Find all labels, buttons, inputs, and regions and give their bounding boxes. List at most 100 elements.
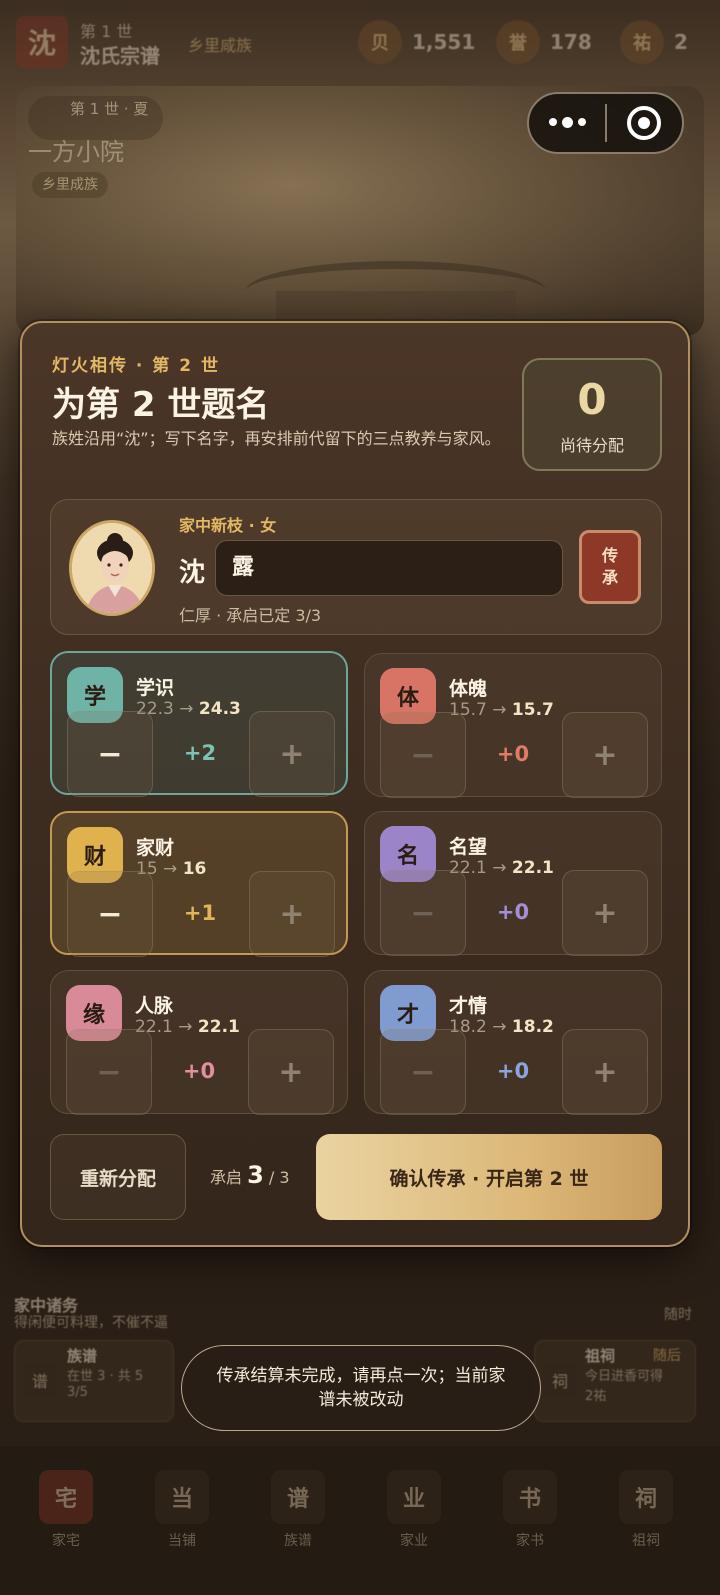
close-target-icon[interactable] bbox=[607, 106, 682, 140]
stat-blessing[interactable]: 祐 2 bbox=[620, 20, 688, 64]
heir-card: 家中新枝 · 女 沈 露 仁厚 · 承启已定 3/3 传 承 bbox=[50, 499, 662, 635]
pending-points-value: 0 bbox=[577, 375, 607, 424]
clan-title: 沈氏宗谱 bbox=[80, 44, 160, 68]
learning-delta: +2 bbox=[183, 741, 217, 765]
modal-eyebrow: 灯火相传 · 第 2 世 bbox=[52, 356, 220, 376]
inheritance-modal: 灯火相传 · 第 2 世 为第 2 世题名 族姓沿用“沈”；写下名字，再安排前代… bbox=[20, 321, 690, 1247]
heir-virtue: 仁厚 · 承启已定 3/3 bbox=[179, 606, 322, 625]
shrine-title: 祖祠 bbox=[585, 1347, 616, 1365]
genealogy-title: 族谱 bbox=[67, 1347, 98, 1365]
heir-surname: 沈 bbox=[179, 558, 206, 588]
reputation-icon: 誉 bbox=[496, 20, 540, 64]
nav-pawnshop[interactable]: 当 当铺 bbox=[152, 1470, 212, 1550]
heir-portrait bbox=[69, 520, 155, 616]
stat-shell-currency[interactable]: 贝 1,551 bbox=[358, 20, 475, 64]
genealogy-desc: 在世 3 · 共 5 bbox=[67, 1369, 144, 1384]
physique-plus-button[interactable]: + bbox=[562, 712, 648, 798]
talent-minus-button[interactable]: − bbox=[380, 1029, 466, 1115]
genealogy-sub: 3/5 bbox=[67, 1385, 88, 1400]
learning-plus-button[interactable]: + bbox=[249, 711, 335, 797]
shrine-card[interactable]: 祠 祖祠 随后 今日进香可得 2祐 bbox=[534, 1340, 696, 1422]
connections-name: 人脉 bbox=[135, 995, 174, 1017]
learning-name: 学识 bbox=[136, 677, 175, 699]
rank-tag: 乡里咸族 bbox=[188, 36, 253, 55]
shrine-desc: 今日进香可得 bbox=[585, 1369, 664, 1384]
heir-subtitle: 家中新枝 · 女 bbox=[179, 516, 277, 535]
affairs-desc: 得闲便可料理，不催不逼 bbox=[14, 1315, 168, 1331]
nav-genealogy[interactable]: 谱 族谱 bbox=[268, 1470, 328, 1550]
inherit-label-1: 传 bbox=[601, 546, 618, 565]
learning-minus-button[interactable]: − bbox=[67, 711, 153, 797]
surname-badge[interactable]: 沈 bbox=[16, 16, 68, 68]
nav-letters-label: 家书 bbox=[516, 1533, 544, 1549]
pawnshop-icon: 当 bbox=[155, 1470, 209, 1524]
attribute-card-learning: 学 学识 22.3 → 24.3 − +2 + bbox=[50, 651, 348, 797]
attribute-card-wealth: 财 家财 15 → 16 − +1 + bbox=[50, 811, 348, 957]
physique-delta: +0 bbox=[496, 742, 530, 766]
learning-change: 22.3 → 24.3 bbox=[136, 699, 241, 719]
attribute-card-talent: 才 才情 18.2 → 18.2 − +0 + bbox=[364, 970, 662, 1115]
nav-letters[interactable]: 书 家书 bbox=[500, 1470, 560, 1550]
shell-value: 1,551 bbox=[412, 30, 476, 54]
quota-indicator: 承启 3 / 3 bbox=[210, 1161, 290, 1189]
connections-minus-button[interactable]: − bbox=[66, 1029, 152, 1115]
reputation-change: 22.1 → 22.1 bbox=[449, 858, 554, 878]
pending-points-label: 尚待分配 bbox=[559, 436, 624, 455]
affairs-right: 随时 bbox=[664, 1307, 692, 1323]
stat-reputation[interactable]: 誉 178 bbox=[496, 20, 592, 64]
blessing-icon: 祐 bbox=[620, 20, 664, 64]
wealth-minus-button[interactable]: − bbox=[67, 871, 153, 957]
attribute-card-connections: 缘 人脉 22.1 → 22.1 − +0 + bbox=[50, 970, 348, 1115]
genealogy-icon: 谱 bbox=[23, 1363, 57, 1397]
reputation-value: 178 bbox=[550, 30, 592, 54]
reputation-minus-button[interactable]: − bbox=[380, 870, 466, 956]
home-icon: 宅 bbox=[39, 1470, 93, 1524]
reputation-plus-button[interactable]: + bbox=[562, 870, 648, 956]
pending-points-box: 0 尚待分配 bbox=[522, 358, 662, 471]
miniprogram-capsule bbox=[527, 92, 684, 154]
physique-name: 体魄 bbox=[449, 678, 488, 700]
genealogy-card[interactable]: 谱 族谱 在世 3 · 共 5 3/5 bbox=[14, 1340, 174, 1422]
nav-shrine[interactable]: 祠 祖祠 bbox=[616, 1470, 676, 1550]
connections-delta: +0 bbox=[182, 1059, 216, 1083]
confirm-inherit-button[interactable]: 确认传承 · 开启第 2 世 bbox=[316, 1134, 662, 1220]
hero-place: 一方小院 bbox=[28, 138, 124, 166]
attribute-card-reputation: 名 名望 22.1 → 22.1 − +0 + bbox=[364, 811, 662, 956]
physique-minus-button[interactable]: − bbox=[380, 712, 466, 798]
wealth-plus-button[interactable]: + bbox=[249, 871, 335, 957]
bottom-nav bbox=[0, 1446, 720, 1595]
business-icon: 业 bbox=[387, 1470, 441, 1524]
inherit-button[interactable]: 传 承 bbox=[579, 530, 641, 604]
reset-button[interactable]: 重新分配 bbox=[50, 1134, 186, 1220]
inherit-label-2: 承 bbox=[601, 568, 618, 587]
talent-delta: +0 bbox=[496, 1059, 530, 1083]
talent-name: 才情 bbox=[449, 995, 488, 1017]
nav-shrine-label: 祖祠 bbox=[632, 1533, 660, 1549]
nav-home[interactable]: 宅 家宅 bbox=[36, 1470, 96, 1550]
reputation-name: 名望 bbox=[449, 836, 488, 858]
shrine-nav-icon: 祠 bbox=[619, 1470, 673, 1524]
genealogy-nav-icon: 谱 bbox=[271, 1470, 325, 1524]
letters-icon: 书 bbox=[503, 1470, 557, 1524]
talent-plus-button[interactable]: + bbox=[562, 1029, 648, 1115]
toast-message: 传承结算未完成，请再点一次；当前家谱未被改动 bbox=[181, 1345, 541, 1431]
hero-generation: 第 1 世 · 夏 bbox=[70, 100, 149, 118]
attribute-card-physique: 体 体魄 15.7 → 15.7 − +0 + bbox=[364, 653, 662, 798]
nav-business[interactable]: 业 家业 bbox=[384, 1470, 444, 1550]
modal-description: 族姓沿用“沈”；写下名字，再安排前代留下的三点教养与家风。 bbox=[52, 429, 501, 448]
hero-rank-tag: 乡里成族 bbox=[32, 172, 108, 198]
wealth-name: 家财 bbox=[136, 837, 175, 859]
shrine-sub: 2祐 bbox=[585, 1389, 607, 1404]
connections-change: 22.1 → 22.1 bbox=[135, 1017, 240, 1037]
given-name-input[interactable]: 露 bbox=[215, 540, 563, 596]
talent-change: 18.2 → 18.2 bbox=[449, 1017, 554, 1037]
nav-pawnshop-label: 当铺 bbox=[168, 1533, 196, 1549]
more-menu-icon[interactable] bbox=[529, 117, 605, 128]
shrine-tag: 随后 bbox=[653, 1348, 681, 1364]
connections-plus-button[interactable]: + bbox=[248, 1029, 334, 1115]
nav-business-label: 家业 bbox=[400, 1533, 428, 1549]
generation-label: 第 1 世 bbox=[80, 22, 133, 41]
wealth-delta: +1 bbox=[183, 901, 217, 925]
shell-icon: 贝 bbox=[358, 20, 402, 64]
nav-genealogy-label: 族谱 bbox=[284, 1533, 312, 1549]
